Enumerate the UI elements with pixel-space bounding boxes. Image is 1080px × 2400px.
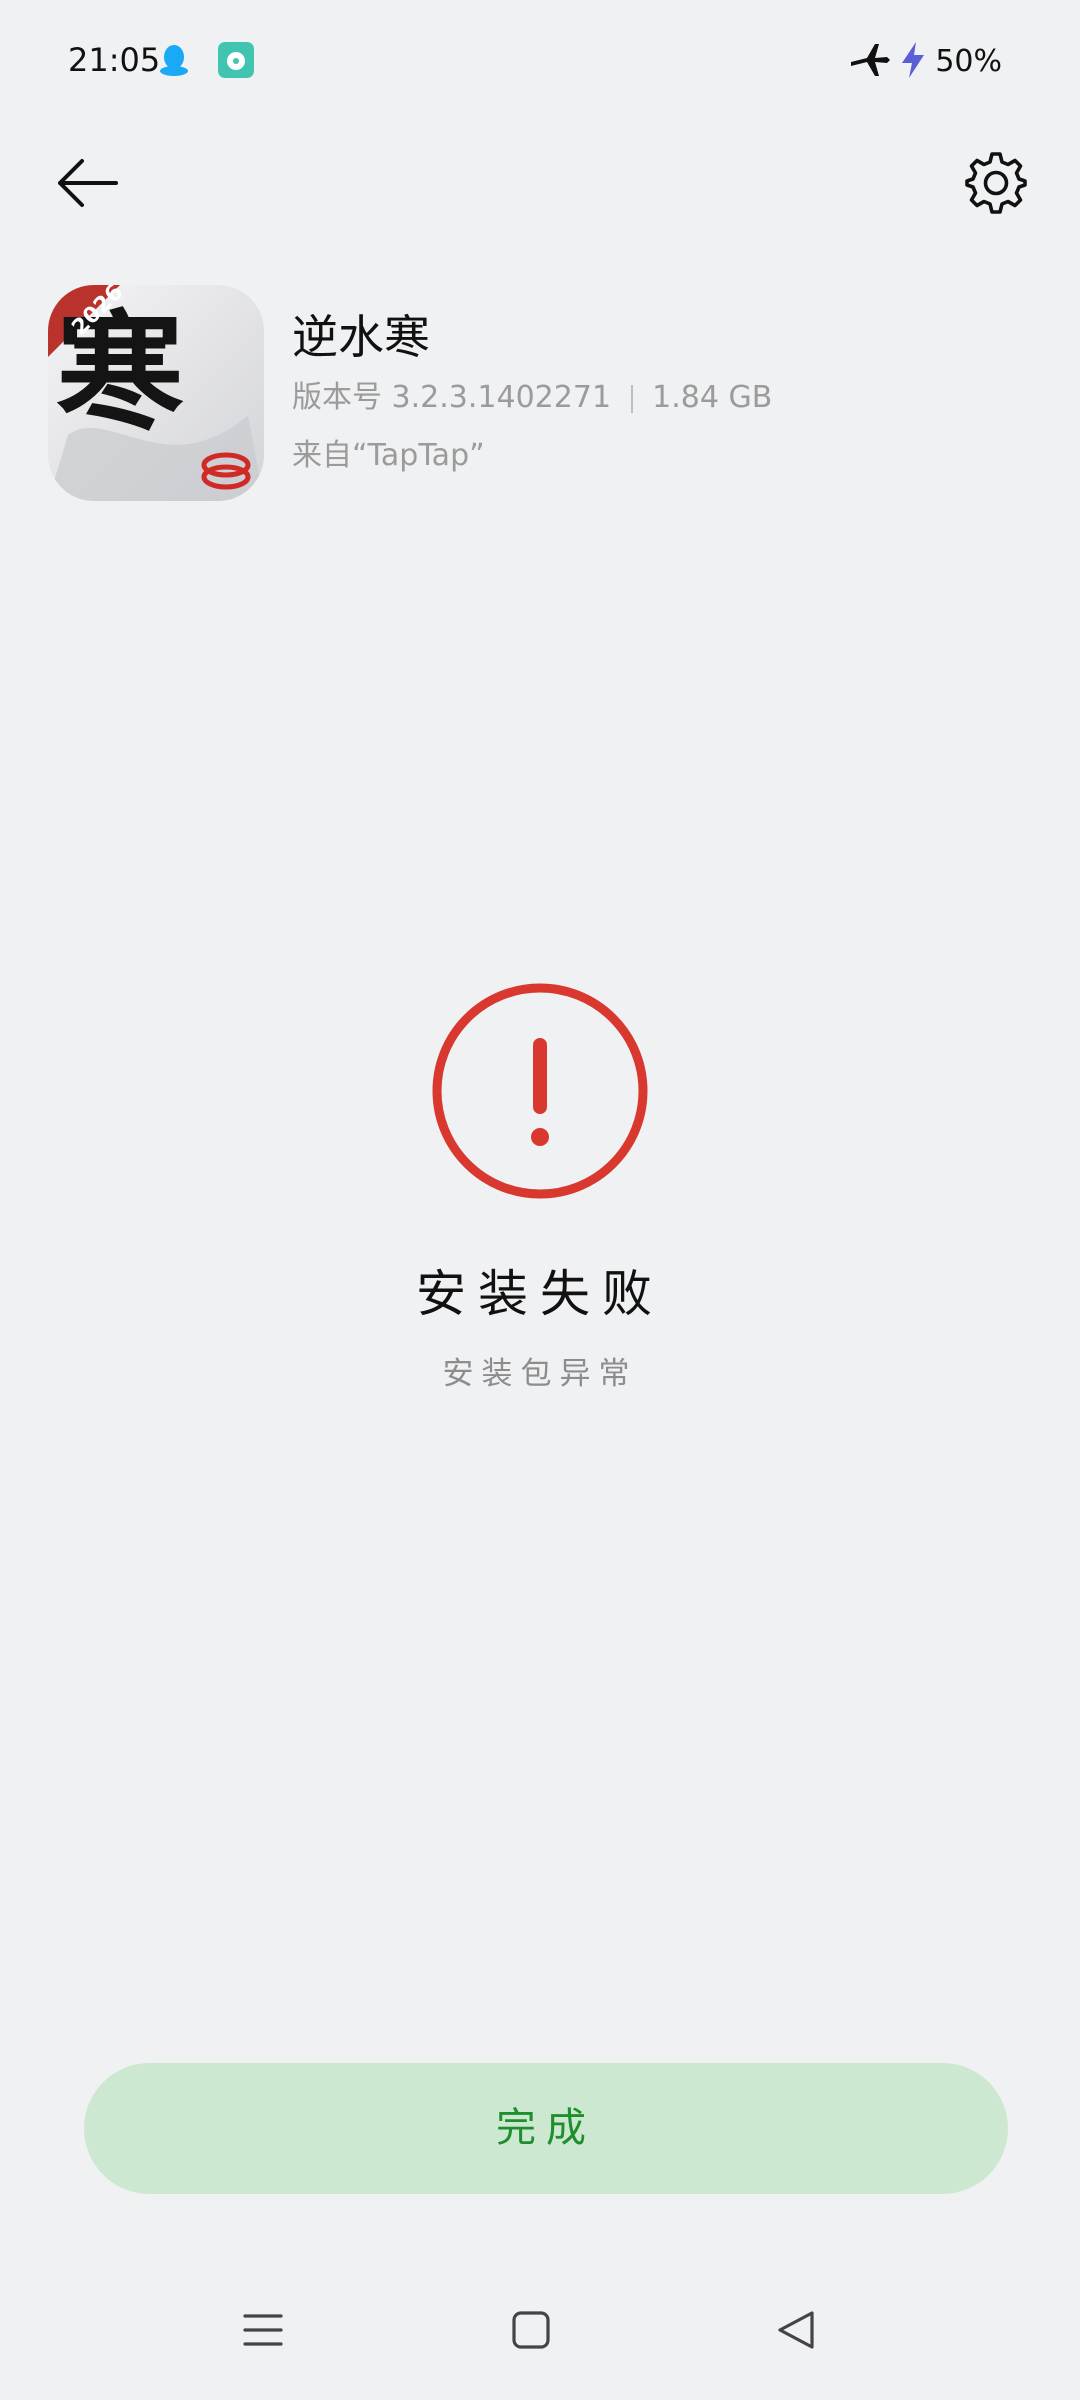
status-title: 安装失败 [416, 1265, 664, 1323]
app-version-line: 版本号 3.2.3.1402271 1.84 GB [292, 369, 1032, 427]
app-icon: 寒 2026 [48, 285, 264, 501]
battery-percentage: 50% [935, 44, 1002, 79]
divider [630, 384, 633, 413]
status-right: 50% [849, 40, 1002, 84]
navigation-bar [0, 2284, 1080, 2380]
airplane-mode-icon [849, 40, 891, 84]
done-button[interactable]: 完成 [84, 2063, 1008, 2194]
settings-button[interactable] [958, 140, 1034, 230]
status-time: 21:05 [68, 41, 161, 79]
menu-icon [243, 2310, 283, 2354]
status-detail: 安装包异常 [442, 1356, 638, 1392]
charging-icon [899, 40, 927, 84]
nav-back-button[interactable] [748, 2284, 844, 2380]
notification-icons [156, 42, 254, 82]
gear-icon [963, 150, 1029, 220]
back-button[interactable] [48, 140, 124, 230]
app-source: 来自“TapTap” [292, 438, 485, 473]
app-size: 1.84 GB [652, 380, 773, 415]
status-bar: 21:05 50% [0, 0, 1080, 124]
toolbar [0, 140, 1080, 230]
error-exclamation-icon [0, 980, 1080, 1202]
app-version: 3.2.3.1402271 [391, 380, 612, 415]
back-arrow-icon [54, 157, 118, 213]
home-button[interactable] [483, 2284, 579, 2380]
app-info: 逆水寒 版本号 3.2.3.1402271 1.84 GB 来自“TapTap” [292, 305, 1032, 485]
music-app-icon [218, 42, 254, 82]
home-icon [511, 2310, 551, 2354]
back-icon [776, 2310, 816, 2354]
app-header: 寒 2026 逆水寒 版本号 3.2.3.1402271 1.84 GB 来自“… [48, 285, 1048, 503]
recent-apps-button[interactable] [215, 2284, 311, 2380]
install-result: 安装失败 安装包异常 [0, 980, 1080, 1394]
qq-icon [156, 42, 192, 82]
version-label: 版本号 [292, 380, 382, 415]
app-name: 逆水寒 [292, 310, 430, 364]
